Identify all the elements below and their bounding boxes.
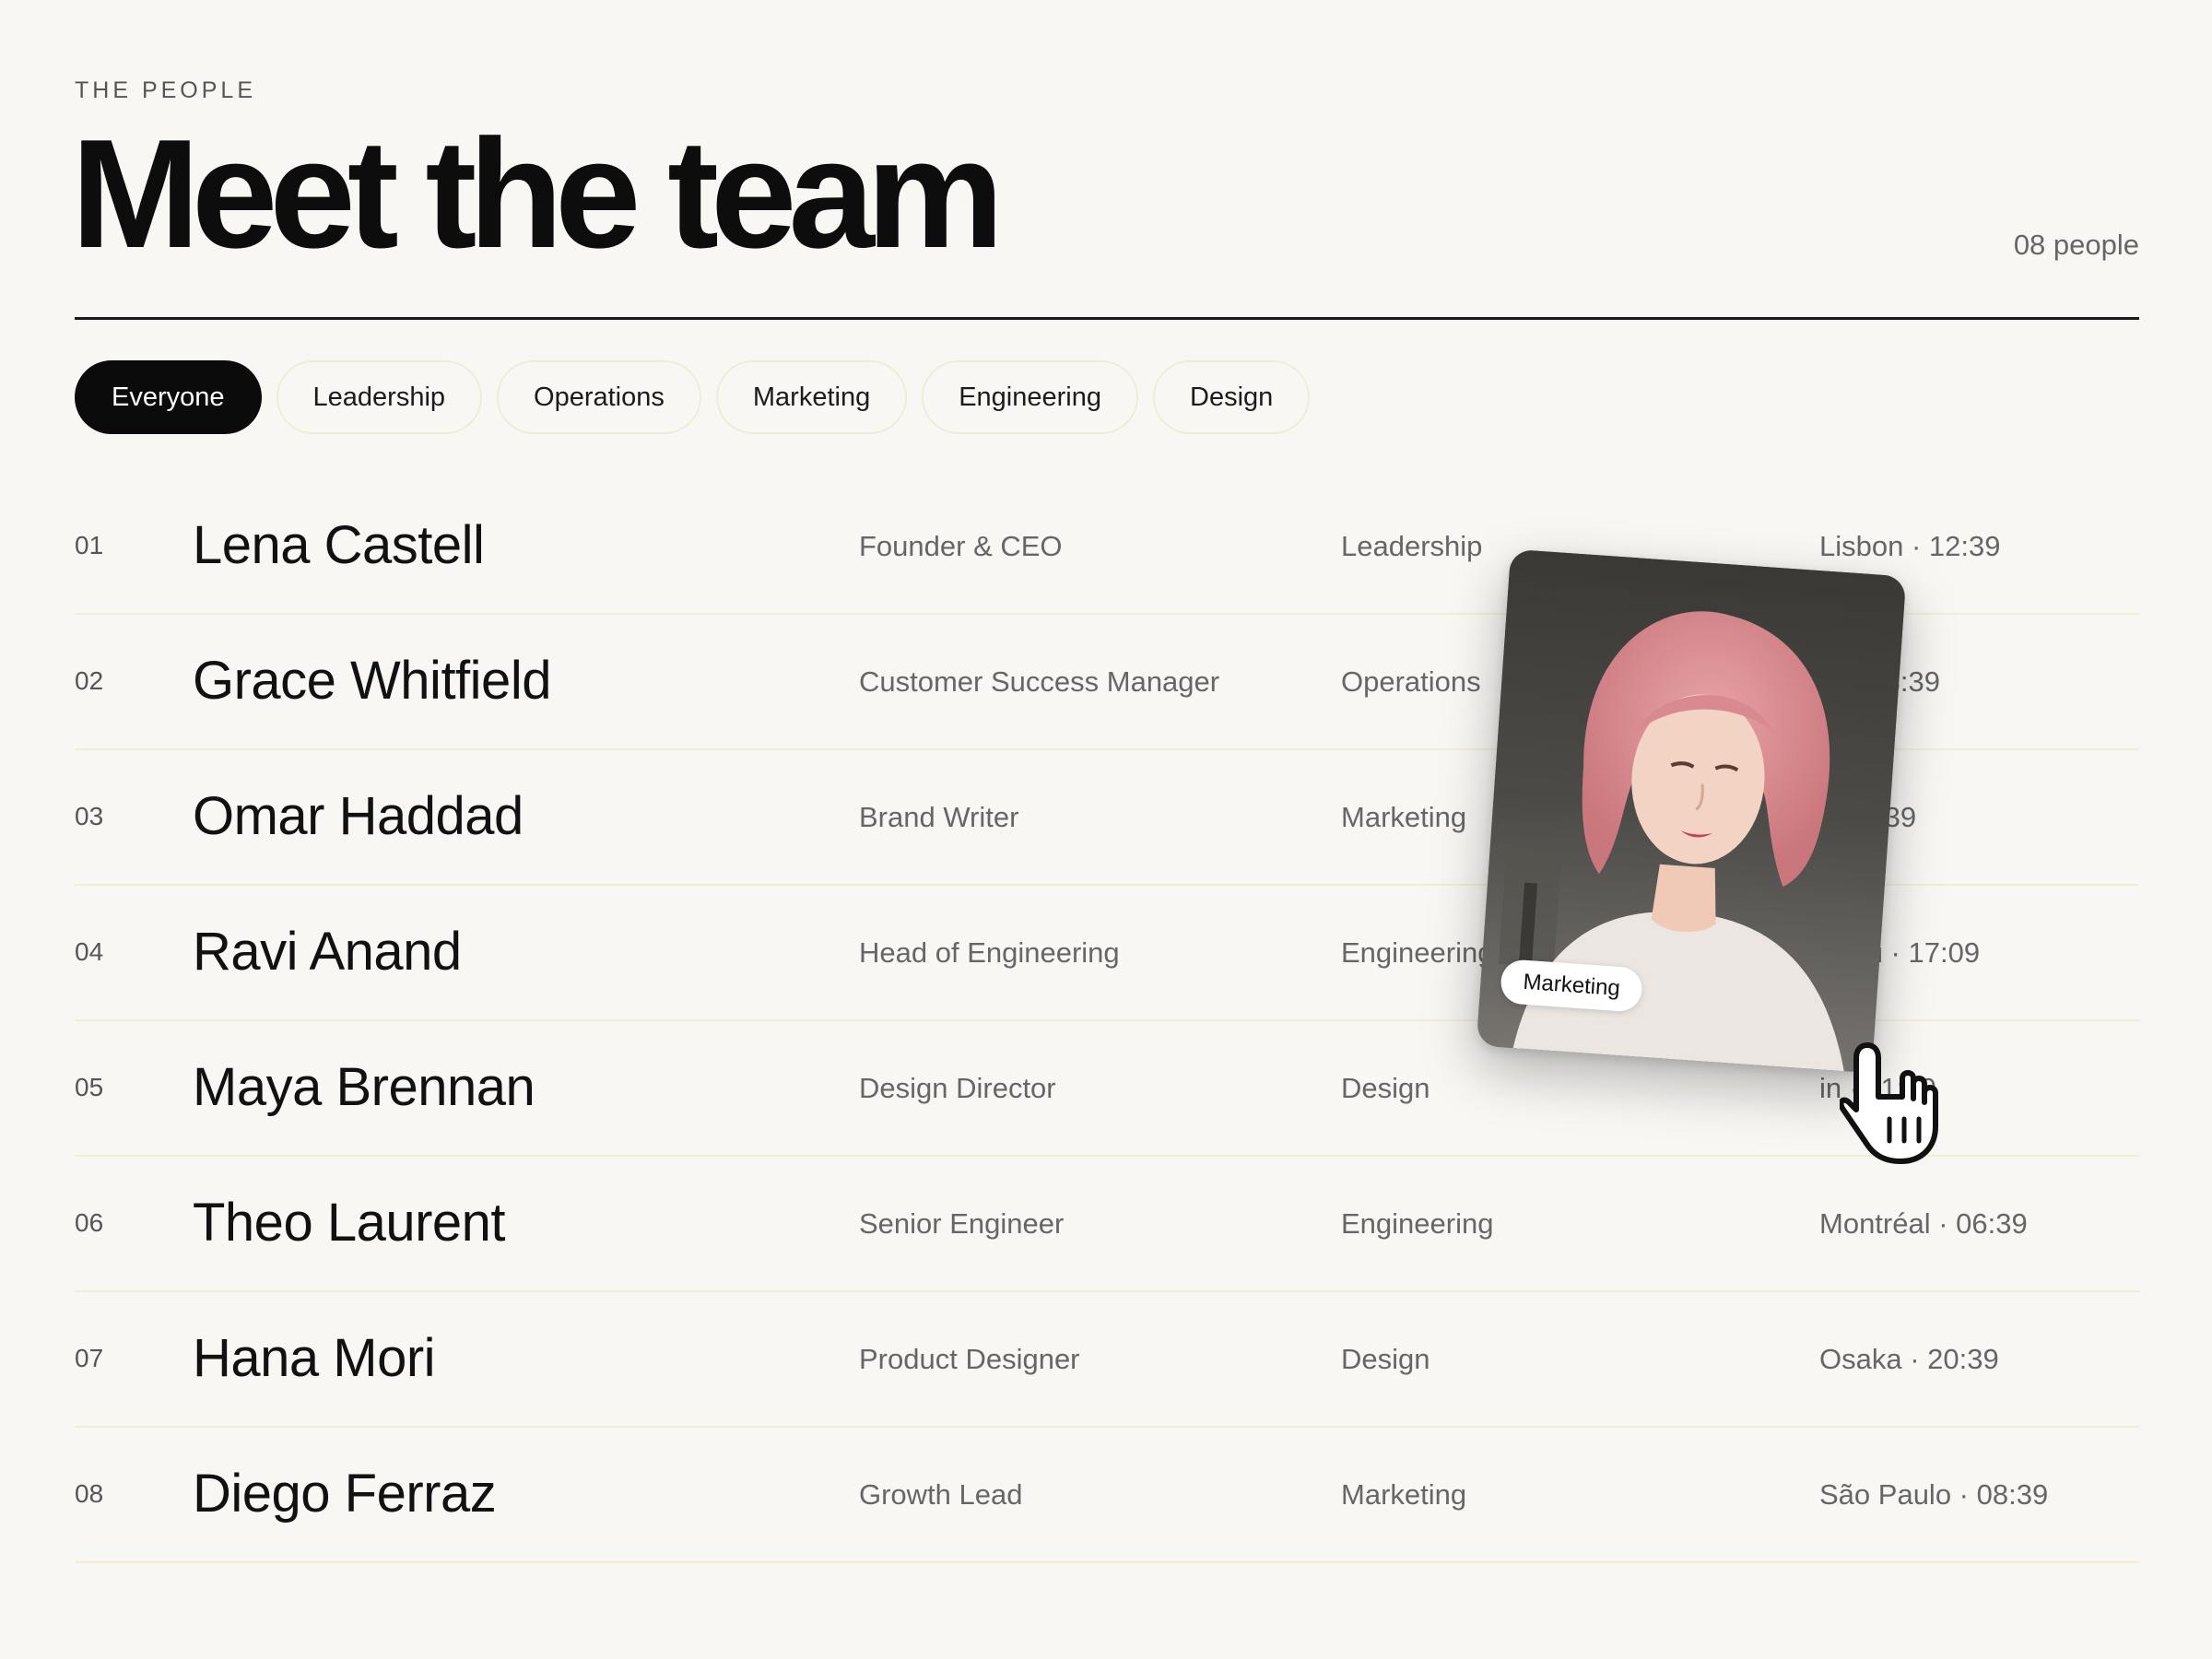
person-location-time: São Paulo · 08:39 — [1819, 1478, 2049, 1511]
person-department: Marketing — [1341, 1478, 1467, 1511]
person-department: Leadership — [1341, 530, 1483, 562]
person-role: Customer Success Manager — [859, 665, 1220, 698]
person-department: Engineering — [1341, 936, 1494, 969]
person-name: Theo Laurent — [193, 1193, 506, 1253]
row-number: 02 — [75, 666, 104, 695]
filter-operations[interactable]: Operations — [497, 360, 701, 434]
person-name: Diego Ferraz — [193, 1464, 497, 1524]
team-row[interactable]: 06 Theo Laurent Senior Engineer Engineer… — [75, 1157, 2139, 1292]
header-divider — [75, 317, 2139, 320]
row-number: 08 — [75, 1479, 104, 1508]
person-location-time: Lisbon · 12:39 — [1819, 530, 2001, 562]
person-role: Brand Writer — [859, 801, 1019, 833]
row-number: 05 — [75, 1073, 104, 1101]
person-department: Marketing — [1341, 801, 1467, 833]
person-location-time: Osaka · 20:39 — [1819, 1343, 1999, 1375]
person-name: Hana Mori — [193, 1328, 436, 1388]
filter-bar: Everyone Leadership Operations Marketing… — [75, 360, 1311, 434]
person-role: Founder & CEO — [859, 530, 1063, 562]
person-name: Ravi Anand — [193, 922, 462, 982]
row-number: 03 — [75, 802, 104, 830]
person-location-time: Montréal · 06:39 — [1819, 1207, 2028, 1240]
team-row[interactable]: 08 Diego Ferraz Growth Lead Marketing Sã… — [75, 1428, 2139, 1563]
person-name: Lena Castell — [193, 515, 485, 575]
person-role: Product Designer — [859, 1343, 1080, 1375]
person-department: Operations — [1341, 665, 1481, 698]
pointer-hand-icon — [1840, 1042, 1938, 1164]
person-name: Maya Brennan — [193, 1057, 535, 1117]
row-number: 06 — [75, 1208, 104, 1237]
filter-marketing[interactable]: Marketing — [715, 360, 908, 434]
person-department: Engineering — [1341, 1207, 1494, 1240]
person-name: Grace Whitfield — [193, 651, 551, 711]
person-name: Omar Haddad — [193, 786, 524, 846]
hover-photo-card: Marketing — [1476, 548, 1907, 1074]
person-role: Senior Engineer — [859, 1207, 1065, 1240]
page-title: Meet the team — [71, 107, 1004, 280]
team-row[interactable]: 07 Hana Mori Product Designer Design Osa… — [75, 1292, 2139, 1428]
person-role: Growth Lead — [859, 1478, 1023, 1511]
person-role: Head of Engineering — [859, 936, 1120, 969]
row-number: 04 — [75, 937, 104, 966]
row-number: 07 — [75, 1344, 104, 1372]
row-number: 01 — [75, 531, 104, 559]
person-role: Design Director — [859, 1072, 1056, 1104]
filter-leadership[interactable]: Leadership — [276, 360, 483, 434]
filter-engineering[interactable]: Engineering — [922, 360, 1138, 434]
filter-everyone[interactable]: Everyone — [75, 360, 262, 434]
filter-design[interactable]: Design — [1153, 360, 1311, 434]
section-eyebrow: THE PEOPLE — [75, 77, 256, 103]
people-count: 08 people — [2013, 229, 2139, 261]
person-department: Design — [1341, 1072, 1430, 1104]
person-department: Design — [1341, 1343, 1430, 1375]
